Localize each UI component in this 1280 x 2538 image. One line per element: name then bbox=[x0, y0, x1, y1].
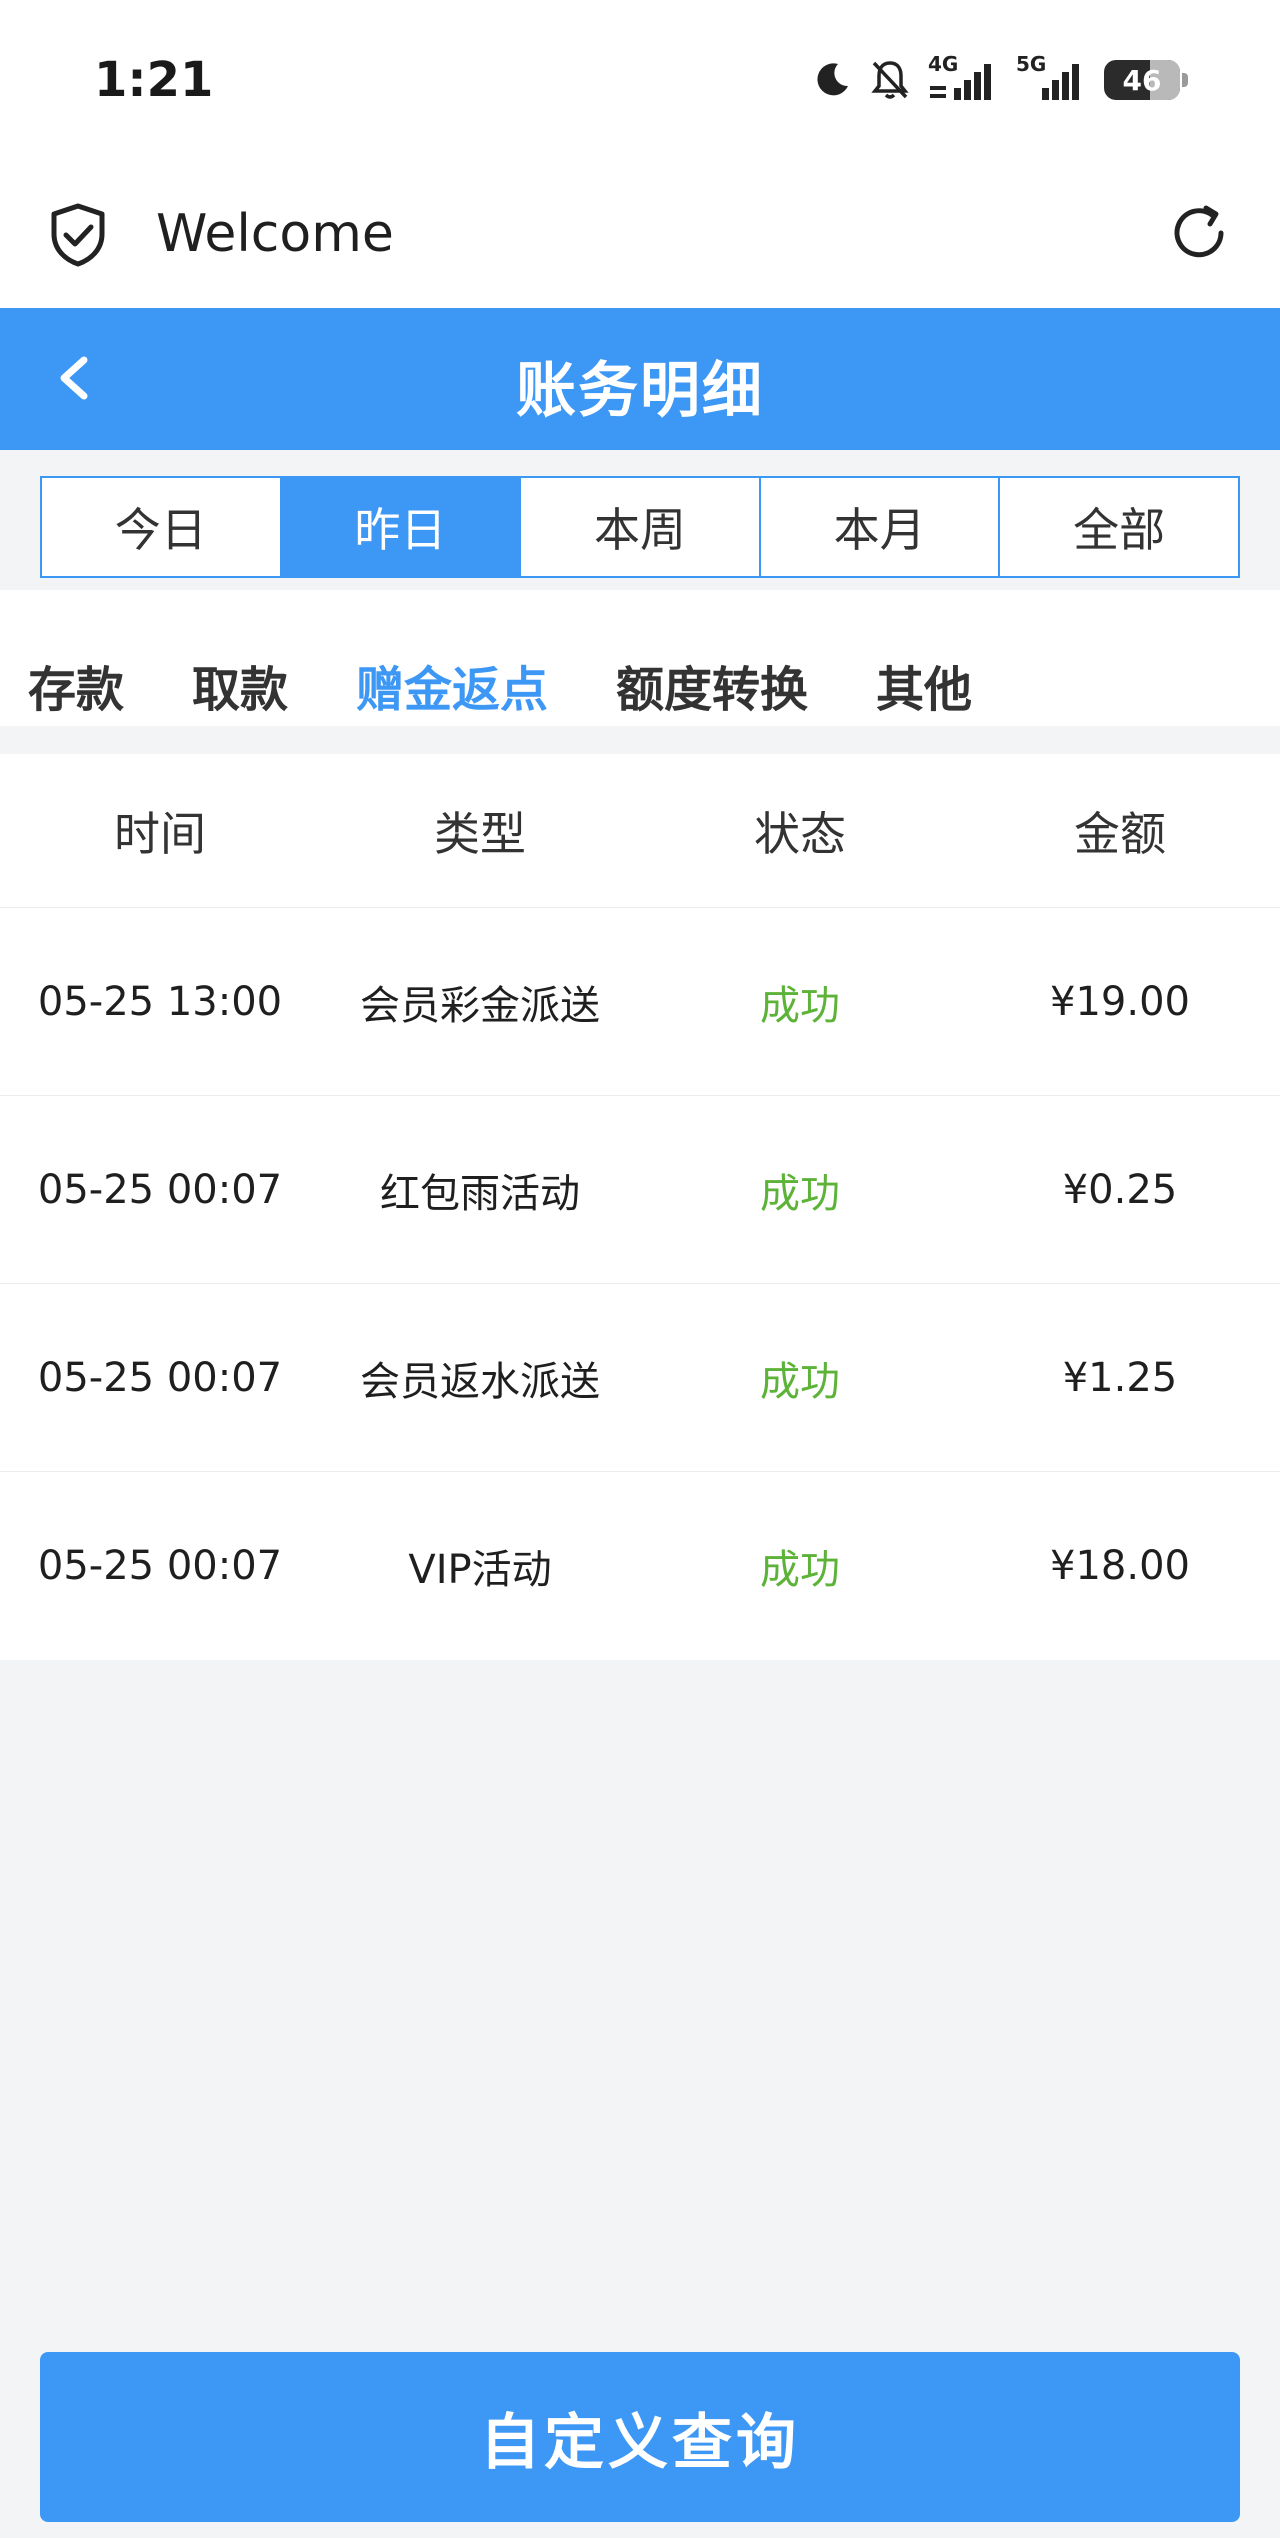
tab-yesterday[interactable]: 昨日 bbox=[281, 478, 522, 576]
column-header-time: 时间 bbox=[114, 806, 206, 861]
custom-query-button[interactable]: 自定义查询 bbox=[40, 2352, 1240, 2522]
cell-type: 红包雨活动 bbox=[380, 1170, 580, 1217]
cell-amount: ¥19.00 bbox=[1050, 978, 1190, 1025]
table-row[interactable]: 05-25 00:07 VIP活动 成功 ¥18.00 bbox=[0, 1472, 1280, 1660]
cell-status: 成功 bbox=[760, 1547, 840, 1593]
tab-this-month[interactable]: 本月 bbox=[761, 478, 1001, 576]
cell-time: 05-25 00:07 bbox=[37, 1543, 283, 1589]
cell-time: 05-25 00:07 bbox=[37, 1166, 283, 1213]
category-withdraw[interactable]: 取款 bbox=[192, 650, 288, 720]
tab-this-week[interactable]: 本周 bbox=[521, 478, 761, 576]
app-bar: Welcome bbox=[0, 160, 1280, 308]
shield-check-icon bbox=[48, 202, 108, 272]
records-table: 时间 类型 状态 金额 05-25 13:00 会员彩金派送 成功 ¥19.00… bbox=[0, 754, 1280, 1660]
cell-type: 会员返水派送 bbox=[360, 1358, 600, 1405]
status-time: 1:21 bbox=[94, 52, 214, 108]
column-header-type: 类型 bbox=[434, 806, 526, 861]
nav-bar: 账务明细 bbox=[0, 308, 1280, 450]
table-row[interactable]: 05-25 00:07 会员返水派送 成功 ¥1.25 bbox=[0, 1284, 1280, 1472]
column-header-amount: 金额 bbox=[1074, 806, 1166, 861]
app-title: Welcome bbox=[156, 204, 394, 264]
cell-type: VIP活动 bbox=[408, 1547, 552, 1593]
battery-level: 46 bbox=[1122, 63, 1162, 97]
refresh-icon[interactable] bbox=[1166, 200, 1232, 270]
category-bonus-rebate[interactable]: 赠金返点 bbox=[356, 650, 548, 720]
cell-amount: ¥0.25 bbox=[1062, 1166, 1178, 1213]
moon-icon bbox=[812, 60, 852, 100]
signal-4g-icon: 4G bbox=[928, 52, 998, 104]
category-deposit[interactable]: 存款 bbox=[28, 650, 124, 720]
cell-time: 05-25 13:00 bbox=[37, 978, 283, 1025]
page-title: 账务明细 bbox=[516, 356, 764, 426]
cell-type: 会员彩金派送 bbox=[360, 982, 600, 1029]
category-other[interactable]: 其他 bbox=[876, 650, 972, 720]
cell-status: 成功 bbox=[760, 982, 840, 1029]
signal-5g-icon: 5G bbox=[1016, 52, 1086, 104]
status-icons: 4G 5G 46 bbox=[812, 52, 1188, 108]
category-credit-transfer[interactable]: 额度转换 bbox=[616, 650, 808, 720]
cell-status: 成功 bbox=[760, 1170, 840, 1217]
bell-off-icon bbox=[870, 59, 910, 101]
date-filter-tabs: 今日 昨日 本周 本月 全部 bbox=[40, 476, 1240, 578]
cell-amount: ¥1.25 bbox=[1062, 1354, 1178, 1401]
category-bar: 存款 取款 赠金返点 额度转换 其他 bbox=[0, 590, 1280, 726]
battery-indicator: 46 bbox=[1104, 60, 1188, 100]
cell-time: 05-25 00:07 bbox=[37, 1354, 283, 1401]
table-header: 时间 类型 状态 金额 bbox=[0, 754, 1280, 908]
tab-today[interactable]: 今日 bbox=[42, 478, 282, 576]
column-header-status: 状态 bbox=[754, 806, 846, 861]
status-bar: 1:21 4G 5G 46 bbox=[0, 0, 1280, 160]
tab-all[interactable]: 全部 bbox=[1000, 478, 1238, 576]
table-row[interactable]: 05-25 00:07 红包雨活动 成功 ¥0.25 bbox=[0, 1096, 1280, 1284]
cell-amount: ¥18.00 bbox=[1050, 1543, 1190, 1589]
table-row[interactable]: 05-25 13:00 会员彩金派送 成功 ¥19.00 bbox=[0, 908, 1280, 1096]
cell-status: 成功 bbox=[760, 1358, 840, 1405]
